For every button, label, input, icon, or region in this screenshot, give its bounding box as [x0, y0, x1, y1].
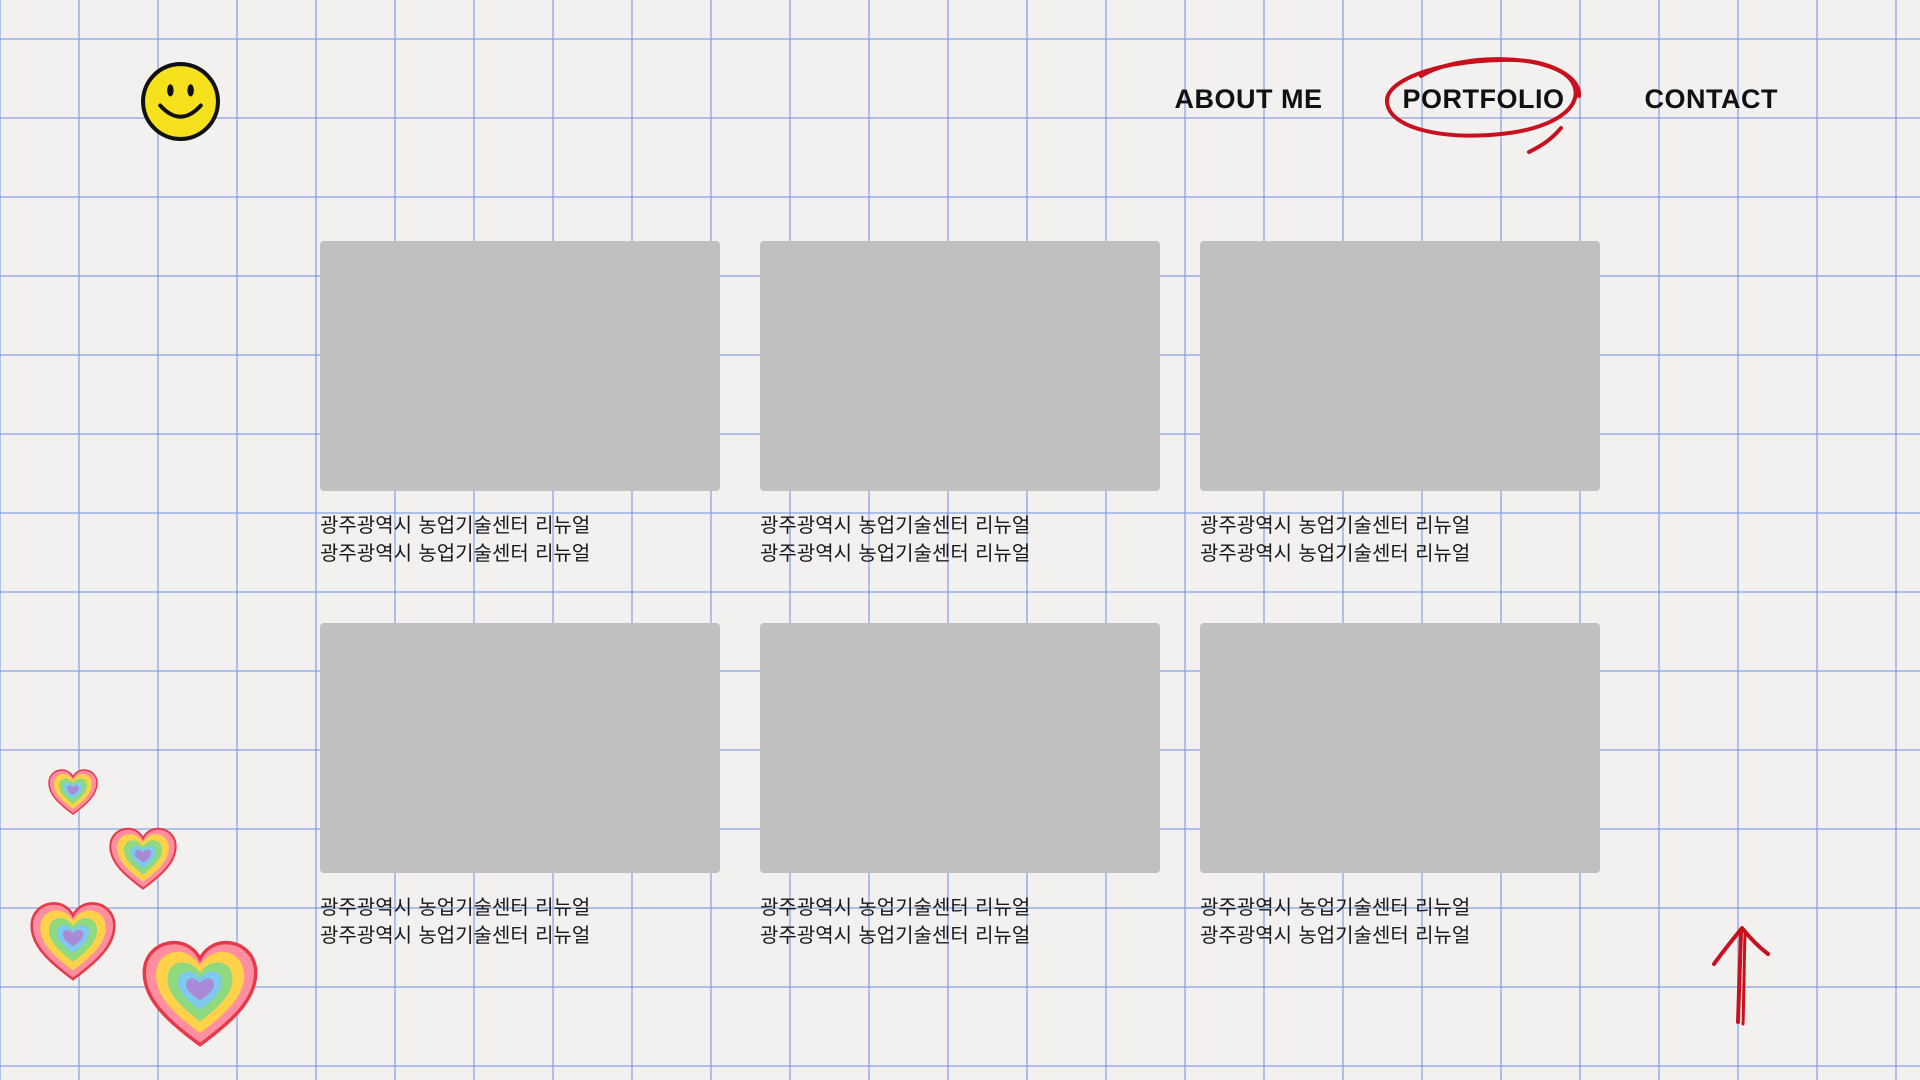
caption-line: 광주광역시 농업기술센터 리뉴얼 [760, 541, 1031, 565]
portfolio-caption: 광주광역시 농업기술센터 리뉴얼 광주광역시 농업기술센터 리뉴얼 [1200, 893, 1600, 949]
rainbow-heart-icon [142, 938, 258, 1054]
portfolio-card[interactable]: 광주광역시 농업기술센터 리뉴얼 광주광역시 농업기술센터 리뉴얼 [1200, 623, 1600, 949]
portfolio-card[interactable]: 광주광역시 농업기술센터 리뉴얼 광주광역시 농업기술센터 리뉴얼 [320, 623, 720, 949]
portfolio-thumbnail[interactable] [1200, 623, 1600, 873]
portfolio-thumbnail[interactable] [320, 241, 720, 491]
portfolio-thumbnail[interactable] [760, 623, 1160, 873]
portfolio-thumbnail[interactable] [760, 241, 1160, 491]
caption-line: 광주광역시 농업기술센터 리뉴얼 [1200, 895, 1471, 919]
caption-line: 광주광역시 농업기술센터 리뉴얼 [760, 895, 1031, 919]
caption-line: 광주광역시 농업기술센터 리뉴얼 [760, 513, 1031, 537]
caption-line: 광주광역시 농업기술센터 리뉴얼 [760, 923, 1031, 947]
portfolio-thumbnail[interactable] [320, 623, 720, 873]
portfolio-caption: 광주광역시 농업기술센터 리뉴얼 광주광역시 농업기술센터 리뉴얼 [1200, 511, 1600, 567]
rainbow-heart-icon [109, 826, 177, 894]
rainbow-heart-icon [48, 768, 98, 818]
nav-portfolio-label: PORTFOLIO [1402, 84, 1565, 114]
caption-line: 광주광역시 농업기술센터 리뉴얼 [320, 513, 591, 537]
portfolio-card[interactable]: 광주광역시 농업기술센터 리뉴얼 광주광역시 농업기술센터 리뉴얼 [1200, 241, 1600, 567]
arrow-up-icon[interactable] [1708, 922, 1772, 1028]
portfolio-caption: 광주광역시 농업기술센터 리뉴얼 광주광역시 농업기술센터 리뉴얼 [320, 511, 720, 567]
portfolio-caption: 광주광역시 농업기술센터 리뉴얼 광주광역시 농업기술센터 리뉴얼 [760, 893, 1160, 949]
caption-line: 광주광역시 농업기술센터 리뉴얼 [1200, 541, 1471, 565]
rainbow-heart-icon [30, 900, 116, 986]
smiley-face-icon[interactable] [140, 61, 221, 142]
portfolio-thumbnail[interactable] [1200, 241, 1600, 491]
caption-line: 광주광역시 농업기술센터 리뉴얼 [320, 895, 591, 919]
nav-about-me[interactable]: ABOUT ME [1175, 80, 1323, 118]
portfolio-caption: 광주광역시 농업기술센터 리뉴얼 광주광역시 농업기술센터 리뉴얼 [760, 511, 1160, 567]
main-nav: ABOUT ME PORTFOLIO CONTACT [1175, 57, 1778, 154]
nav-contact[interactable]: CONTACT [1645, 80, 1778, 118]
caption-line: 광주광역시 농업기술센터 리뉴얼 [320, 541, 591, 565]
portfolio-grid: 광주광역시 농업기술센터 리뉴얼 광주광역시 농업기술센터 리뉴얼 광주광역시 … [320, 241, 1600, 949]
portfolio-caption: 광주광역시 농업기술센터 리뉴얼 광주광역시 농업기술센터 리뉴얼 [320, 893, 720, 949]
portfolio-card[interactable]: 광주광역시 농업기술센터 리뉴얼 광주광역시 농업기술센터 리뉴얼 [320, 241, 720, 567]
nav-portfolio[interactable]: PORTFOLIO [1384, 57, 1581, 154]
caption-line: 광주광역시 농업기술센터 리뉴얼 [1200, 923, 1471, 947]
portfolio-card[interactable]: 광주광역시 농업기술센터 리뉴얼 광주광역시 농업기술센터 리뉴얼 [760, 623, 1160, 949]
portfolio-card[interactable]: 광주광역시 농업기술센터 리뉴얼 광주광역시 농업기술센터 리뉴얼 [760, 241, 1160, 567]
caption-line: 광주광역시 농업기술센터 리뉴얼 [1200, 513, 1471, 537]
caption-line: 광주광역시 농업기술센터 리뉴얼 [320, 923, 591, 947]
